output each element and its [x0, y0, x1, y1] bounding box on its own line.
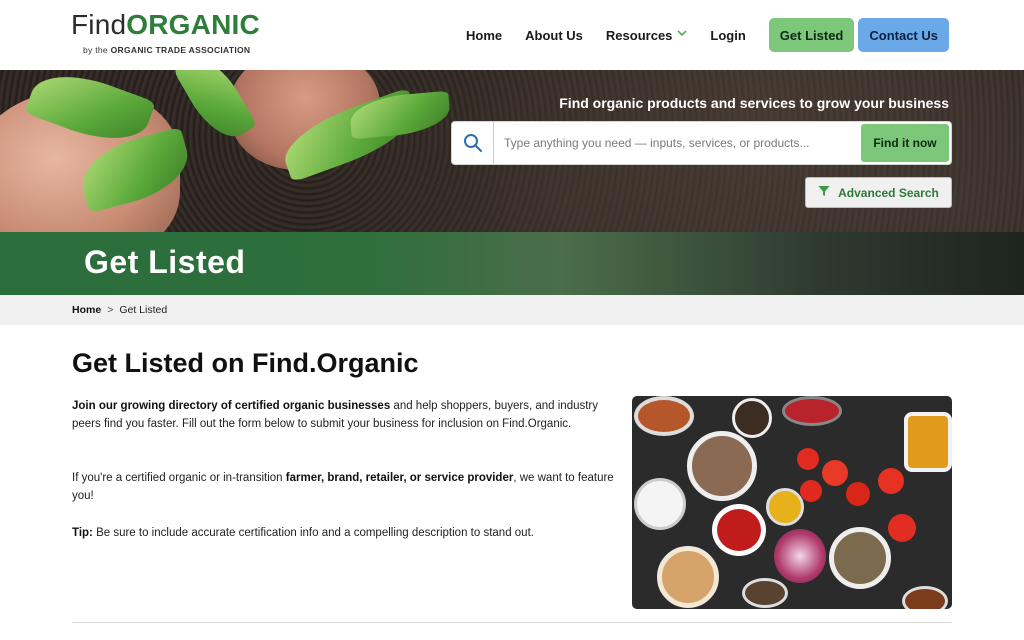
- red-onion: [774, 529, 826, 583]
- spice-bowl: [829, 527, 891, 589]
- page-title-band: Get Listed: [0, 232, 1024, 295]
- audience-paragraph: If you're a certified organic or in-tran…: [72, 469, 617, 505]
- spice-bowl: [687, 431, 757, 501]
- find-organic-logo[interactable]: FindORGANIC by the ORGANIC TRADE ASSOCIA…: [71, 8, 271, 62]
- main-nav: Home About Us Resources Login Get Listed…: [443, 18, 949, 52]
- breadcrumb-current: Get Listed: [119, 304, 168, 316]
- spice-bowl: [902, 586, 948, 609]
- content-heading: Get Listed on Find.Organic: [72, 348, 419, 378]
- logo-association-text: ORGANIC TRADE ASSOCIATION: [110, 45, 251, 55]
- site-header: FindORGANIC by the ORGANIC TRADE ASSOCIA…: [0, 0, 1024, 70]
- spice-bowl: [634, 478, 686, 530]
- nav-about-link[interactable]: About Us: [525, 28, 583, 43]
- nav-resources-label: Resources: [605, 27, 673, 43]
- nav-home-link[interactable]: Home: [466, 28, 502, 43]
- hero-tagline: Find organic products and services to gr…: [559, 95, 949, 111]
- search-input[interactable]: [494, 123, 854, 163]
- spice-bowl: [782, 396, 842, 426]
- logo-wordmark: FindORGANIC: [71, 8, 271, 42]
- breadcrumb-separator: >: [107, 304, 114, 316]
- tip-text: Be sure to include accurate certificatio…: [92, 527, 534, 539]
- search-bar: Find it now: [451, 121, 952, 165]
- tomato: [797, 448, 819, 470]
- intro-paragraph: Join our growing directory of certified …: [72, 397, 617, 433]
- spice-bowl: [742, 578, 788, 608]
- breadcrumb: Home > Get Listed: [0, 295, 1024, 325]
- tomato: [846, 482, 870, 506]
- logo-find-text: Find: [71, 9, 127, 40]
- contact-us-button[interactable]: Contact Us: [858, 18, 949, 52]
- spice-bowl: [657, 546, 719, 608]
- spice-bowl: [712, 504, 766, 556]
- filter-icon: [818, 185, 830, 200]
- search-icon: [452, 122, 494, 164]
- spice-bowl: [732, 398, 772, 438]
- nav-login-link[interactable]: Login: [710, 28, 745, 43]
- content-divider: [72, 622, 952, 623]
- find-it-now-button[interactable]: Find it now: [861, 124, 949, 162]
- breadcrumb-home-link[interactable]: Home: [72, 304, 101, 316]
- spice-bowl: [634, 396, 694, 436]
- logo-by-text: by the: [83, 45, 108, 55]
- nav-resources-dropdown[interactable]: Resources: [606, 28, 687, 43]
- spices-vegetables-image: [632, 396, 952, 609]
- advanced-search-button[interactable]: Advanced Search: [805, 177, 952, 208]
- spice-bowl: [904, 412, 952, 472]
- tomato: [822, 460, 848, 486]
- logo-organic-text: ORGANIC: [126, 9, 260, 40]
- spice-bowl: [766, 488, 804, 526]
- audience-bold-text: farmer, brand, retailer, or service prov…: [285, 472, 514, 484]
- tomato: [888, 514, 916, 542]
- tip-paragraph: Tip: Be sure to include accurate certifi…: [72, 524, 617, 542]
- tomato: [800, 480, 822, 502]
- page-title: Get Listed: [84, 244, 246, 280]
- get-listed-button[interactable]: Get Listed: [768, 18, 855, 52]
- tip-label: Tip:: [72, 527, 93, 539]
- chevron-down-icon: [677, 28, 687, 40]
- audience-text-pre: If you're a certified organic or in-tran…: [72, 472, 286, 484]
- logo-tagline: by the ORGANIC TRADE ASSOCIATION: [83, 45, 271, 55]
- intro-bold-text: Join our growing directory of certified …: [72, 400, 391, 412]
- tomato: [878, 468, 904, 494]
- advanced-search-label: Advanced Search: [838, 185, 939, 200]
